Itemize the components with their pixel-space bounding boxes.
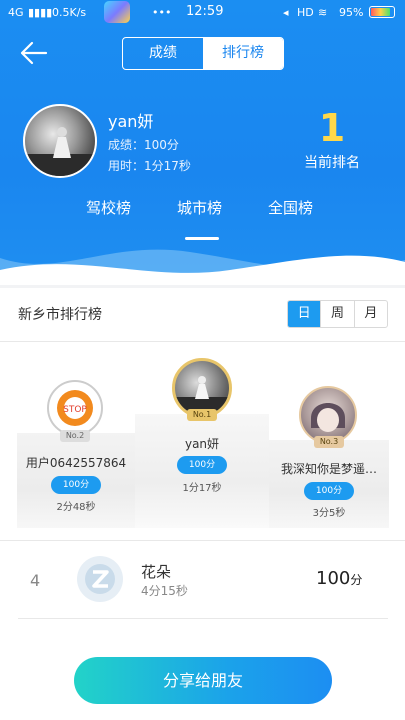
avatar-second: STOP — [47, 380, 103, 436]
back-arrow-icon[interactable] — [18, 40, 48, 66]
avatar-figure-icon — [175, 376, 229, 415]
segment-control: 成绩 排行榜 — [122, 37, 284, 70]
clock: 12:59 — [186, 4, 224, 19]
tab-national[interactable]: 全国榜 — [268, 197, 313, 218]
time-third: 3分5秒 — [312, 508, 346, 519]
time-second: 2分48秒 — [56, 502, 96, 513]
tab-city[interactable]: 城市榜 — [177, 197, 222, 218]
tab-leaderboard[interactable]: 排行榜 — [203, 38, 283, 69]
place-badge-second: No.2 — [60, 430, 90, 442]
divider — [0, 540, 405, 541]
tab-score[interactable]: 成绩 — [123, 38, 203, 69]
battery-percent: 95% — [339, 6, 364, 19]
period-selector: 日 周 月 — [287, 300, 388, 328]
signal-icon: ▮▮▮▮ — [28, 6, 53, 19]
net-speed: 0.5K/s — [52, 6, 87, 19]
mute-icon: ◂ — [283, 6, 289, 19]
user-name: yan妍 — [108, 112, 154, 131]
hd-indicator: HD — [297, 6, 314, 19]
board-title: 新乡市排行榜 — [18, 307, 102, 323]
period-month[interactable]: 月 — [353, 301, 387, 327]
user-time: 用时：1分17秒 — [108, 159, 191, 173]
name-second: 用户0642557864 — [25, 456, 127, 470]
current-rank-label: 当前排名 — [304, 155, 360, 171]
name-first: yan妍 — [184, 437, 220, 451]
row-name: 花朵 — [141, 563, 172, 581]
row-avatar — [77, 556, 123, 602]
z-logo-icon — [85, 564, 115, 594]
divider — [0, 341, 405, 342]
divider — [18, 618, 388, 619]
battery-icon — [369, 6, 395, 18]
network-indicator: 4G — [8, 6, 24, 19]
current-rank-number: 1 — [318, 106, 346, 150]
score-first: 100分 — [177, 456, 227, 474]
svg-text:STOP: STOP — [63, 405, 87, 415]
place-badge-third: No.3 — [314, 436, 344, 448]
user-avatar — [23, 104, 97, 178]
active-tab-indicator — [185, 237, 219, 240]
row-score: 100分 — [316, 568, 362, 589]
more-notifications-icon: ••• — [152, 6, 172, 19]
status-bar: 4G ▮▮▮▮ 0.5K/s ••• 12:59 ◂ HD ≋ 95% — [0, 0, 405, 26]
app-notification-icon — [104, 1, 130, 23]
score-second: 100分 — [51, 476, 101, 494]
row-rank: 4 — [30, 571, 41, 590]
row-score-unit: 分 — [350, 573, 363, 587]
share-to-friends-button[interactable]: 分享给朋友 — [74, 657, 332, 704]
tab-school[interactable]: 驾校榜 — [86, 197, 131, 218]
wifi-icon: ≋ — [318, 6, 328, 19]
row-time: 4分15秒 — [141, 584, 188, 598]
time-first: 1分17秒 — [182, 483, 222, 494]
user-score: 成绩：100分 — [108, 138, 179, 152]
anime-avatar-icon — [311, 403, 345, 432]
stop-avatar-icon: STOP — [57, 390, 93, 426]
period-day[interactable]: 日 — [288, 301, 321, 327]
row-score-value: 100 — [316, 568, 351, 589]
ranking-scope-tabs: 驾校榜 城市榜 全国榜 — [0, 197, 405, 227]
period-week[interactable]: 周 — [320, 301, 353, 327]
place-badge-first: No.1 — [187, 409, 217, 421]
name-third: 我深知你是梦遥… — [280, 462, 377, 476]
score-third: 100分 — [304, 482, 354, 500]
